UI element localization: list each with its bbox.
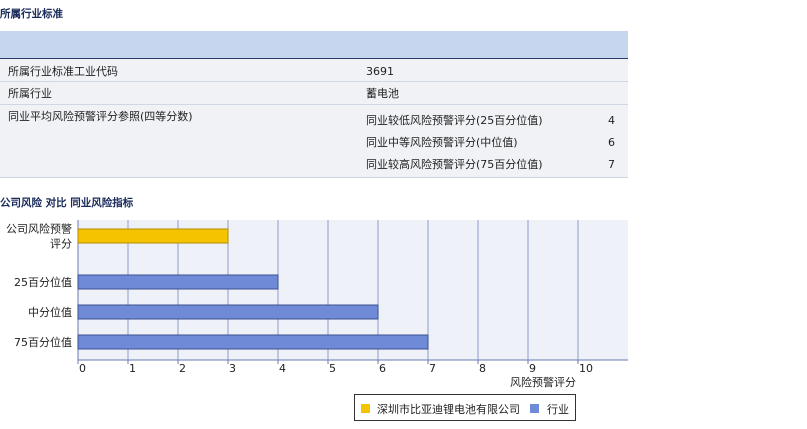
- bar-industry: [77, 304, 379, 320]
- legend-swatch-industry: [530, 404, 539, 413]
- y-category-label: 中分位值: [28, 305, 72, 319]
- y-category-label: 25百分位值: [14, 275, 72, 289]
- x-tick-label: 10: [579, 362, 593, 375]
- x-tick-label: 4: [279, 362, 286, 375]
- y-category-label: 评分: [50, 238, 72, 251]
- x-axis-title: 风险预警评分: [510, 375, 576, 389]
- x-tick-label: 5: [329, 362, 336, 375]
- bar-industry: [77, 334, 429, 350]
- x-tick-label: 6: [379, 362, 386, 375]
- x-tick-label: 2: [179, 362, 186, 375]
- bar-company: [77, 228, 229, 244]
- legend-label-company: 深圳市比亚迪锂电池有限公司: [377, 403, 520, 416]
- legend-label-industry: 行业: [547, 403, 569, 416]
- y-category-label: 公司风险预警: [6, 222, 72, 236]
- x-tick-label: 9: [529, 362, 536, 375]
- legend-swatch-company: [361, 404, 370, 413]
- bar-industry: [77, 274, 279, 290]
- risk-bar-chart: 0 1 2 3 4 5 6 7 8 9 10风险预警评分 公司风险预警评分 25百分位值中分位值 75百分…: [6, 220, 628, 389]
- x-tick-label: 7: [429, 362, 436, 375]
- chart-legend: 深圳市比亚迪锂电池有限公司 行业: [354, 394, 576, 421]
- y-category-label: 75百分位值: [14, 335, 72, 349]
- x-tick-label: 8: [479, 362, 486, 375]
- x-tick-label: 3: [229, 362, 236, 375]
- x-tick-label: 1: [129, 362, 136, 375]
- x-tick-label: 0: [79, 362, 86, 375]
